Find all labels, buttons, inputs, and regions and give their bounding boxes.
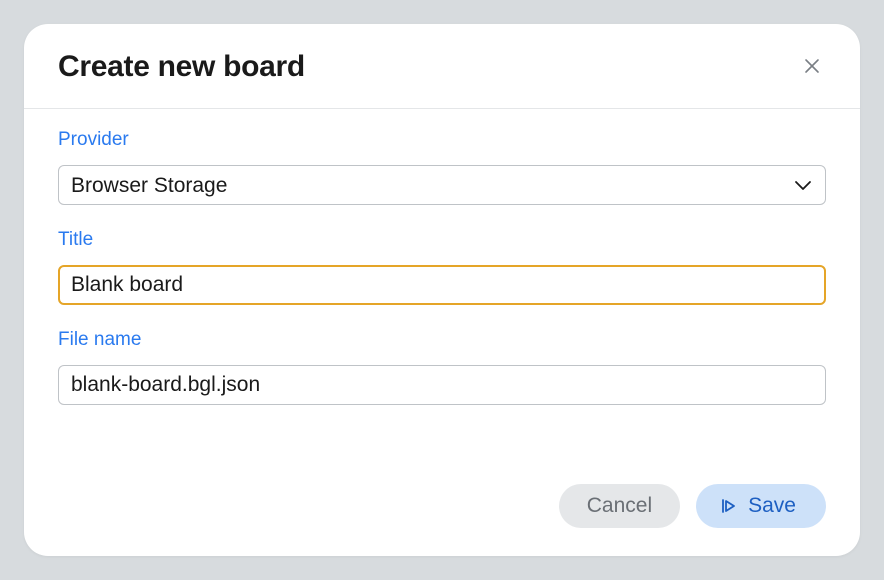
- create-board-dialog: Create new board Provider Browser Storag…: [24, 24, 860, 556]
- save-button[interactable]: Save: [696, 484, 826, 528]
- title-field: Title: [58, 229, 826, 305]
- provider-select[interactable]: Browser Storage: [58, 165, 826, 205]
- dialog-footer: Cancel Save: [24, 484, 860, 556]
- save-button-label: Save: [748, 494, 796, 518]
- dialog-title: Create new board: [58, 50, 305, 84]
- close-icon: [802, 56, 822, 79]
- title-input[interactable]: [58, 265, 826, 305]
- dialog-body: Provider Browser Storage Title File name: [24, 109, 860, 484]
- cancel-button[interactable]: Cancel: [559, 484, 680, 528]
- title-label: Title: [58, 229, 826, 251]
- filename-label: File name: [58, 329, 826, 351]
- provider-label: Provider: [58, 129, 826, 151]
- dialog-header: Create new board: [24, 24, 860, 109]
- play-step-icon: [720, 498, 736, 514]
- provider-field: Provider Browser Storage: [58, 129, 826, 205]
- provider-select-wrapper: Browser Storage: [58, 165, 826, 205]
- close-button[interactable]: [798, 52, 826, 83]
- filename-field: File name: [58, 329, 826, 405]
- filename-input[interactable]: [58, 365, 826, 405]
